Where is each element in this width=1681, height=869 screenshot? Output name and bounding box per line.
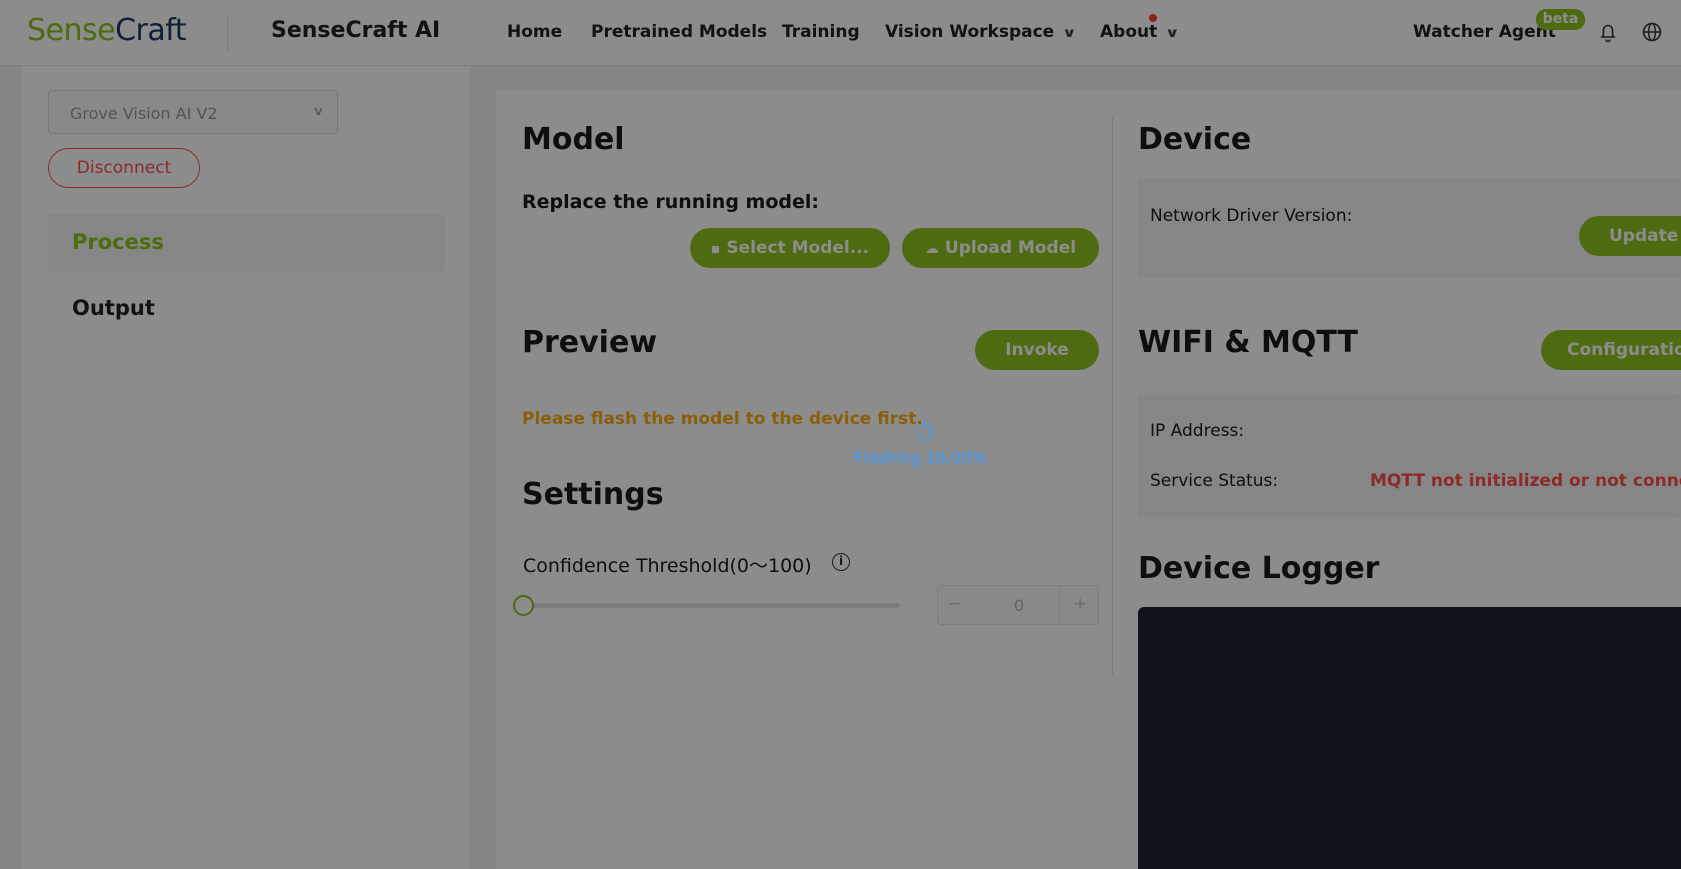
loading-overlay <box>0 0 1681 869</box>
spinner-icon <box>912 420 936 444</box>
flashing-progress-text: Flashing 16.00% <box>854 448 987 467</box>
